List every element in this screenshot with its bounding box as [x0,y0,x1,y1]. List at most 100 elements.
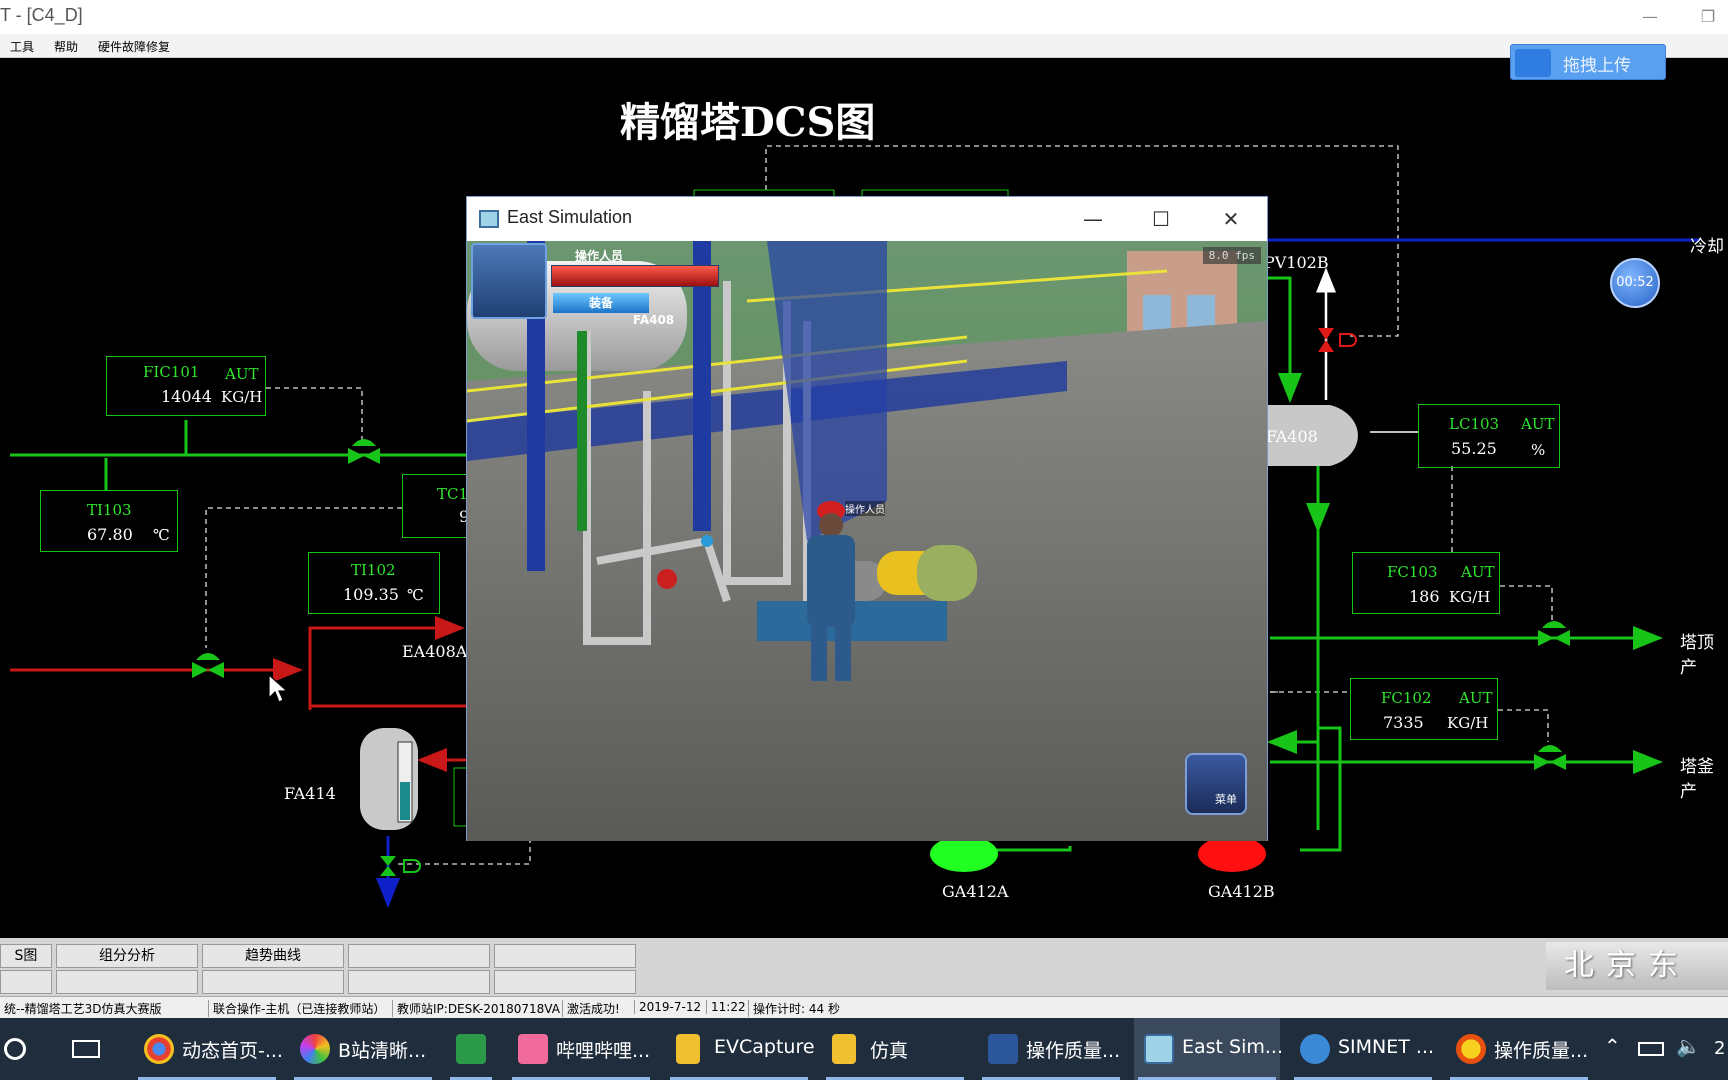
taskbar-bilibili[interactable]: 哔哩哔哩... [508,1018,654,1080]
sim-menu-button[interactable]: 菜单 [1185,753,1247,815]
bilibili-client-icon [300,1034,330,1064]
dcs-title: 精馏塔DCS图 [620,99,876,146]
nav-composition-analysis[interactable]: 组分分析 [56,944,198,968]
taskbar-simnet[interactable]: SIMNET ... [1290,1018,1436,1080]
minimize-button[interactable]: — [1630,2,1670,32]
taskbar-app-green[interactable] [446,1018,496,1080]
statusbar: 统--精馏塔工艺3D仿真大赛版 联合操作-主机（已连接教师站） 教师站IP:DE… [0,996,1728,1018]
desktop: T - [C4_D] — ❐ 工具 帮助 硬件故障修复 拖拽上传 精馏塔DCS图… [0,0,1728,1080]
value-readout: 109.35 [343,585,399,604]
value-readout: 55.25 [1451,439,1497,458]
tag-label: LC103 [1449,415,1500,433]
menu-hardware-repair[interactable]: 硬件故障修复 [98,38,170,55]
controller-tc[interactable]: TC1( 9 [402,474,474,538]
mode-label: AUT [225,365,259,383]
taskbar-chrome[interactable]: 动态首页-... [134,1018,283,1080]
cortana-icon [4,1038,26,1060]
taskbar-label: SIMNET ... [1338,1036,1435,1058]
status-activation: 激活成功! [562,1000,620,1017]
mode-label: AUT [1459,689,1493,707]
controller-lc103[interactable]: LC103 AUT 55.25 % [1418,404,1560,468]
taskbar-label: 操作质量... [1026,1040,1121,1062]
controller-fc102[interactable]: FC102 AUT 7335 KG/H [1350,678,1498,740]
folder-icon [676,1034,700,1064]
battery-icon[interactable] [1638,1042,1664,1056]
value-readout: 186 [1409,587,1440,606]
nav-row2-1[interactable] [0,970,52,994]
operator-name: 操作人员 [575,249,624,263]
nav-row2-3[interactable] [202,970,344,994]
nav-row2-4[interactable] [348,970,490,994]
value-readout: 14044 [161,387,212,406]
bilibili-icon [518,1034,548,1064]
chevron-up-icon[interactable]: ⌃ [1604,1034,1621,1058]
nav-row2-2[interactable] [56,970,198,994]
controller-ti103[interactable]: TI103 67.80 ℃ [40,490,178,552]
nav-row2-5[interactable] [494,970,636,994]
window-title: T - [C4_D] [0,5,83,25]
restore-button[interactable]: ❐ [1688,2,1728,32]
sim-maximize-button[interactable]: ☐ [1139,203,1183,235]
timer-badge[interactable]: 00:52 [1610,258,1660,308]
chrome-icon [144,1034,174,1064]
volume-icon[interactable]: 🔈 [1676,1034,1701,1058]
nav-empty-2[interactable] [494,944,636,968]
taskbar-label: 操作质量... [1494,1040,1589,1062]
start-button[interactable] [0,1018,36,1080]
taskbar: 动态首页-... B站清晰... 哔哩哔哩... EVCapture 仿真 操作… [0,1018,1728,1080]
equipment-button[interactable]: 装备 [553,293,649,313]
status-connection: 联合操作-主机（已连接教师站） [208,1000,385,1017]
unit-label: KG/H [1449,588,1491,606]
menu-label: 菜单 [1215,793,1237,806]
value-readout: 67.80 [87,525,133,544]
taskbar-bilibili-client[interactable]: B站清晰... [290,1018,436,1080]
status-time: 11:22 [706,1000,746,1014]
3d-scene[interactable]: 8.0 fps 操作人员 装备 FA408 操作人员 菜单 [467,241,1267,841]
app-icon [479,210,499,228]
controller-fc103[interactable]: FC103 AUT 186 KG/H [1352,552,1500,614]
task-view-icon [72,1040,100,1058]
sim-minimize-button[interactable]: — [1071,203,1115,235]
unit-label: ℃ [153,526,170,544]
nav-trend-curve[interactable]: 趋势曲线 [202,944,344,968]
operator-health-bar [551,265,719,287]
taskbar-evcapture[interactable]: EVCapture [666,1018,815,1080]
sun-icon [1456,1034,1486,1064]
sim-close-button[interactable]: ✕ [1209,203,1253,235]
taskbar-word[interactable]: 操作质量... [978,1018,1124,1080]
label-cooling: 冷却 [1690,237,1724,257]
label-ga412b: GA412B [1208,882,1275,901]
tag-label: TI103 [87,501,132,519]
unit-label: % [1531,441,1546,459]
taskbar-quality-report[interactable]: 操作质量... [1446,1018,1592,1080]
taskbar-label: B站清晰... [338,1040,427,1062]
nav-empty-1[interactable] [348,944,490,968]
menu-help[interactable]: 帮助 [54,38,78,55]
label-tower-bottom-product: 塔釜产 [1680,757,1714,802]
sim-titlebar[interactable]: East Simulation — ☐ ✕ [467,197,1267,241]
task-view-button[interactable] [62,1018,112,1080]
taskbar-east-simulation[interactable]: East Sim... [1134,1018,1283,1080]
label-fa414: FA414 [284,784,336,803]
nav-dcs-diagram[interactable]: S图 [0,944,52,968]
operator-avatar[interactable] [471,243,547,319]
menu-tools[interactable]: 工具 [10,38,34,55]
taskbar-label: 仿真 [870,1040,909,1062]
value-readout: 7335 [1383,713,1424,732]
fps-counter: 8.0 fps [1202,247,1261,264]
controller-fic101[interactable]: FIC101 AUT 14044 KG/H [106,356,266,416]
taskbar-simulation-folder[interactable]: 仿真 [822,1018,968,1080]
word-icon [988,1034,1018,1064]
label-fa408: FA408 [1266,427,1318,446]
unit-label: KG/H [221,388,263,406]
taskbar-label: 动态首页-... [182,1040,283,1062]
window-titlebar: T - [C4_D] — ❐ [0,0,1728,34]
status-operation-timer: 操作计时: 44 秒 [748,1000,840,1017]
taskbar-label: 哔哩哔哩... [556,1040,651,1062]
mode-label: AUT [1521,415,1555,433]
controller-ti102[interactable]: TI102 109.35 ℃ [308,552,440,614]
operator-panel: 操作人员 装备 [471,243,721,319]
label-ea408a: EA408A [402,642,468,661]
clock[interactable]: 2 [1714,1038,1725,1059]
label-ga412a: GA412A [942,882,1009,901]
